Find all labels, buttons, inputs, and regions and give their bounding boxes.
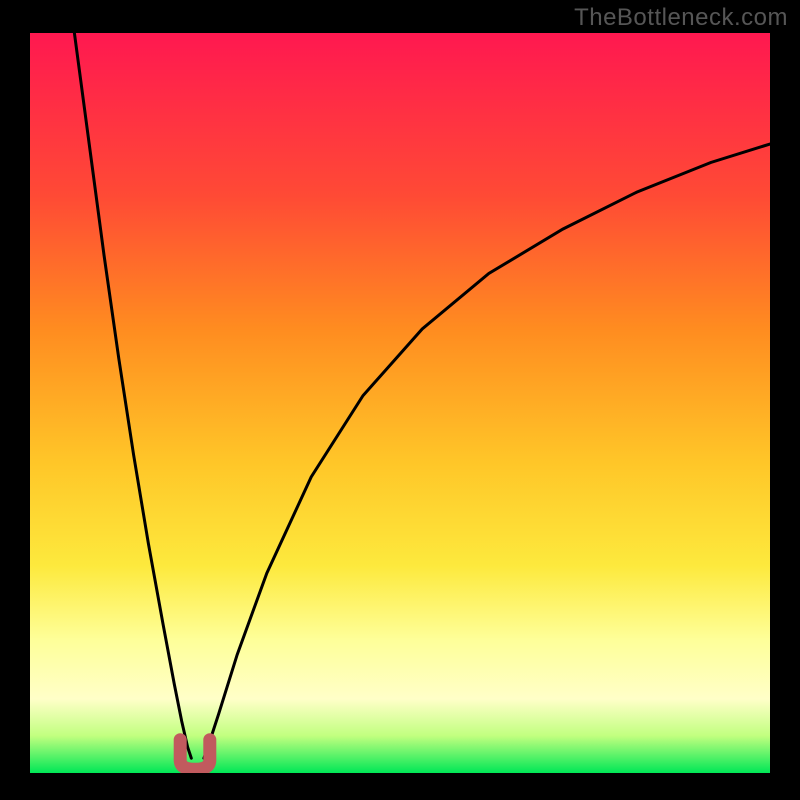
watermark-text: TheBottleneck.com — [574, 4, 788, 32]
gradient-background — [30, 33, 770, 773]
bottleneck-chart — [30, 33, 770, 773]
chart-frame: TheBottleneck.com — [0, 0, 800, 800]
